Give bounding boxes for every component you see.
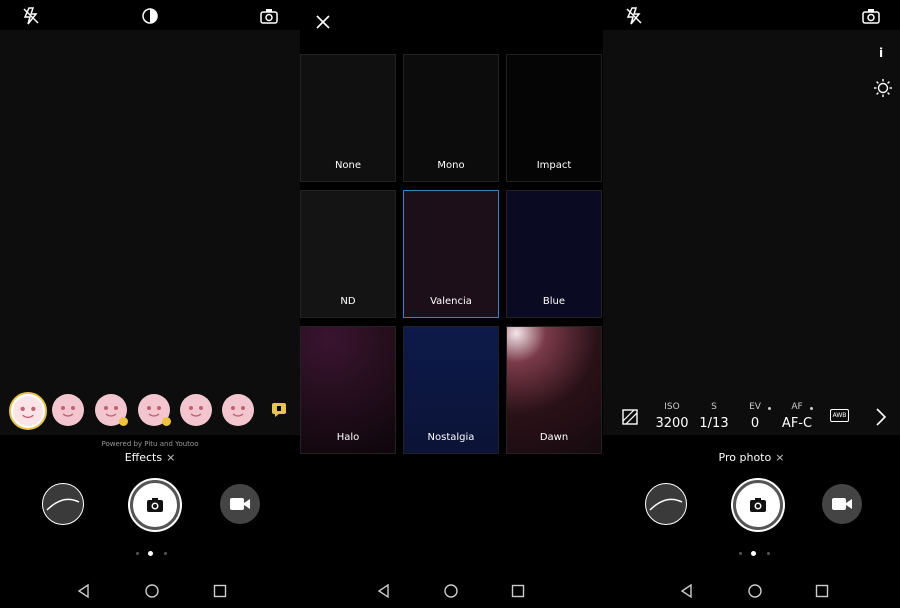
filter-blue[interactable]: Blue: [506, 190, 602, 318]
page-dot-active: [751, 551, 756, 556]
effects-camera-panel: Powered by Pitu and Youtoo Effects ×: [0, 0, 300, 608]
back-nav-icon[interactable]: [376, 583, 392, 599]
recents-nav-icon[interactable]: [510, 583, 526, 599]
nav-bar: [0, 578, 300, 604]
viewfinder[interactable]: [603, 30, 900, 435]
video-mode-button[interactable]: [822, 484, 862, 524]
powered-by-text: Powered by Pitu and Youtoo: [101, 440, 199, 448]
page-indicator: [603, 551, 900, 557]
pro-param-value: AF-C: [781, 416, 813, 431]
page-dot-active: [148, 551, 153, 556]
pro-param-key: ISO: [664, 402, 680, 412]
home-nav-icon[interactable]: [747, 583, 763, 599]
switch-camera-icon[interactable]: [861, 6, 881, 26]
filter-label: Halo: [336, 432, 360, 443]
page-indicator: [0, 551, 300, 557]
filter-dawn[interactable]: Dawn: [506, 326, 602, 454]
recents-nav-icon[interactable]: [814, 583, 830, 599]
pro-param-value: 3200: [655, 416, 689, 431]
close-effects-icon[interactable]: ×: [166, 451, 175, 464]
download-badge-icon: [162, 417, 171, 426]
filter-label: Blue: [542, 296, 566, 307]
camera-icon: [750, 498, 766, 512]
pro-param-s[interactable]: S 1/13: [694, 402, 734, 431]
video-camera-icon: [230, 498, 250, 510]
heart-eyes-sticker[interactable]: [180, 394, 212, 426]
awb-button[interactable]: AWB: [830, 409, 850, 425]
page-dot: [164, 552, 167, 555]
pink-face-sticker[interactable]: [52, 394, 84, 426]
beauty-icon[interactable]: [140, 6, 160, 26]
page-dot: [739, 552, 742, 555]
effects-mode-text: Effects: [124, 451, 163, 464]
home-nav-icon[interactable]: [443, 583, 459, 599]
close-pro-icon[interactable]: ×: [775, 451, 784, 464]
filter-label: Impact: [536, 160, 572, 171]
auto-indicator-dot: [810, 407, 813, 410]
filter-nd[interactable]: ND: [300, 190, 396, 318]
close-filters-icon[interactable]: [314, 13, 332, 31]
back-nav-icon[interactable]: [76, 583, 92, 599]
recents-nav-icon[interactable]: [212, 583, 228, 599]
sunglasses-sticker[interactable]: [9, 392, 47, 430]
filters-panel: None Mono Impact ND Valencia Blue Halo Nostalgi…: [300, 0, 603, 608]
filter-nostalgia[interactable]: Nostalgia: [403, 326, 499, 454]
pro-param-value: 0: [750, 416, 760, 431]
video-camera-icon: [832, 498, 852, 510]
pig-sticker[interactable]: [222, 394, 254, 426]
filter-label: Dawn: [539, 432, 569, 443]
effects-mode-label[interactable]: Effects ×: [0, 451, 300, 464]
shutter-button[interactable]: [733, 480, 783, 530]
brightness-icon[interactable]: [873, 78, 893, 98]
gallery-thumbnail[interactable]: [645, 483, 687, 525]
pro-mode-label[interactable]: Pro photo ×: [603, 451, 900, 464]
filter-label: Nostalgia: [427, 432, 475, 443]
filter-halo[interactable]: Halo: [300, 326, 396, 454]
page-dot: [136, 552, 139, 555]
pro-param-value: 1/13: [699, 416, 729, 431]
video-mode-button[interactable]: [220, 484, 260, 524]
download-badge-icon: [119, 417, 128, 426]
viewfinder[interactable]: [0, 30, 300, 435]
switch-camera-icon[interactable]: [259, 6, 279, 26]
bunny-sticker[interactable]: [95, 394, 128, 426]
flash-off-icon[interactable]: [21, 6, 41, 26]
nav-bar: [300, 578, 603, 604]
pro-param-ev[interactable]: EV 0: [735, 402, 775, 431]
gallery-thumbnail[interactable]: [42, 483, 84, 525]
pro-param-key: S: [711, 402, 717, 412]
awb-label: AWB: [830, 409, 849, 422]
page-dot: [767, 552, 770, 555]
pro-param-af[interactable]: AF AF-C: [777, 402, 817, 431]
filter-label: Valencia: [430, 296, 472, 307]
nav-bar: [603, 578, 900, 604]
pro-mode-text: Pro photo: [718, 451, 772, 464]
flash-off-icon[interactable]: [624, 6, 644, 26]
home-nav-icon[interactable]: [144, 583, 160, 599]
sticker-store-icon[interactable]: [271, 402, 287, 418]
pro-photo-panel: i ISO 3200 S 1/13 EV 0 AF AF-C AWB Pro photo ×: [603, 0, 900, 608]
pro-param-iso[interactable]: ISO 3200: [652, 402, 692, 431]
filter-label: ND: [340, 296, 356, 307]
filter-valencia[interactable]: Valencia: [403, 190, 499, 318]
filter-label: None: [334, 160, 362, 171]
filter-mono[interactable]: Mono: [403, 54, 499, 182]
metering-icon[interactable]: [621, 408, 639, 426]
auto-indicator-dot: [768, 407, 771, 410]
cat-sticker[interactable]: [138, 394, 171, 426]
info-icon[interactable]: i: [879, 46, 883, 60]
chevron-right-icon[interactable]: [874, 407, 888, 427]
camera-icon: [147, 498, 163, 512]
shutter-button[interactable]: [130, 480, 180, 530]
filter-impact[interactable]: Impact: [506, 54, 602, 182]
filter-none[interactable]: None: [300, 54, 396, 182]
back-nav-icon[interactable]: [679, 583, 695, 599]
filter-label: Mono: [437, 160, 465, 171]
